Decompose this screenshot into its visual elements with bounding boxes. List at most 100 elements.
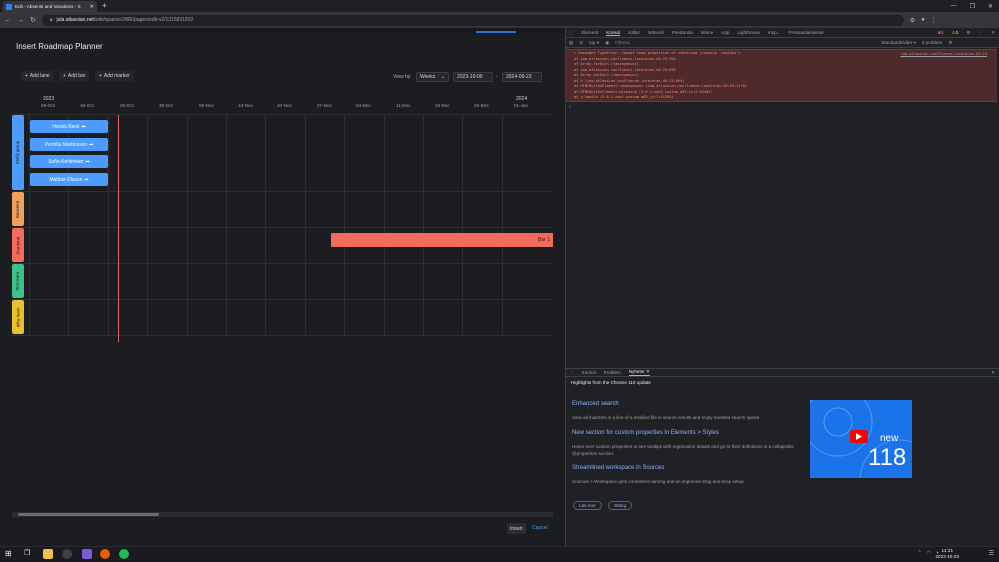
news-title-workspace[interactable]: Streamlined workspace in Sources [572,465,664,471]
tab-prestanda[interactable]: Prestanda [672,30,693,35]
news-body-custom-props: Hover over custom properties to see tool… [572,444,794,456]
news-heading: Highlights from the Chrome 118 update [571,380,651,385]
back-icon[interactable]: ← [4,17,11,24]
console-prompt-icon[interactable]: › [569,104,571,110]
lane-divider [12,227,553,228]
bar-label: Sofia Kehlmeier [48,158,84,165]
tab-inspelare[interactable]: Insp... [768,30,781,35]
url-field[interactable]: 🔒︎ jula.atlassian.net /wiki/spaces/JWE/p… [41,14,904,26]
tab-element[interactable]: Element [581,30,598,35]
extensions-icon[interactable]: ⚙ [910,17,915,24]
lane-text: Backend [15,200,21,218]
timeline-date-label: 16-Oct [80,103,94,108]
close-tab-icon[interactable]: ✕ [90,4,94,10]
devtools-menu-icon[interactable]: ⋮ [979,30,984,36]
problems-badge[interactable]: 5 problem [922,40,942,45]
insert-button[interactable]: Insert [507,523,526,534]
tab-konsol[interactable]: Konsol [606,30,621,36]
plus-icon: + [99,73,102,79]
bar-1[interactable]: Bar 1 [331,233,553,247]
header-divider [12,114,553,115]
tab-natverk[interactable]: Nätverk [648,30,664,35]
end-date-field[interactable]: 2024-09-23 [502,72,542,82]
devtools-inspect-icon[interactable]: ⬚ [569,30,573,36]
drawer-tab-problem[interactable]: Problem [604,370,621,375]
bar-sofia-kehlmeier[interactable]: Sofia Kehlmeier ➡ [30,155,108,168]
lane-label-test[interactable]: Test team [12,264,24,298]
view-by-select[interactable]: Weeks ⌄ [416,72,449,82]
chrome-icon[interactable] [62,549,72,559]
eye-icon[interactable]: ◉ [605,40,609,46]
reload-icon[interactable]: ↻ [30,16,36,24]
close-tab-icon[interactable]: ✕ [646,369,650,374]
timeline-gridline [502,115,503,335]
tab-prestandainsikter[interactable]: Prestandainsikter [788,30,824,35]
spotify-icon[interactable] [119,549,129,559]
wifi-icon[interactable]: ◠ [927,550,931,556]
lock-icon: 🔒︎ [49,17,53,23]
drawer-close-icon[interactable]: ✕ [991,370,995,376]
warning-count-badge[interactable]: ⚠5 [952,30,959,36]
sidebar-toggle-icon[interactable]: ▤ [569,40,573,46]
lane-label-infra[interactable]: Infra team [12,300,24,334]
news-title-search[interactable]: Enhanced search [572,401,619,407]
start-date-value: 2023-10-09 [457,74,483,80]
address-bar-row: ← → ↻ 🔒︎ jula.atlassian.net /wiki/spaces… [0,12,999,28]
tab-minne[interactable]: Minne [701,30,714,35]
lane-label-backend[interactable]: Backend [12,192,24,226]
windows-start-icon[interactable]: ⊞ [5,549,12,558]
bar-pernilla-martinsson[interactable]: Pernilla Martinsson ➡ [30,138,108,151]
lane-label-stefiz[interactable]: Stefiz group [12,115,24,190]
confluence-favicon-icon [6,3,12,10]
timeline-gridline [147,115,148,335]
view-by-value: Weeks [420,74,436,80]
levels-select[interactable]: Standardnivåer ▾ [881,40,916,46]
add-bar-label: Add bar [67,73,86,79]
news-title-custom-props[interactable]: New section for custom properties in Ele… [572,430,719,436]
task-view-icon[interactable]: ❐ [24,549,30,557]
levels-value: Standardnivåer [881,39,913,45]
url-host: jula.atlassian.net [56,17,94,23]
profile-icon[interactable]: ● [921,17,925,23]
close-window-button[interactable]: ✕ [988,3,993,10]
settings-gear-icon[interactable]: ⚙ [948,40,952,46]
tab-lighthouse[interactable]: Lighthouse [737,30,759,35]
firefox-icon[interactable] [100,549,110,559]
add-lane-button[interactable]: + Add lane [21,71,54,81]
drawer-tab-nyheter[interactable]: Nyheter ✕ [628,369,650,376]
tray-arrow-icon[interactable]: ⌃ [917,550,921,556]
drawer-menu-icon[interactable]: ⋮ [569,370,574,376]
lane-label-frontend[interactable]: Frontend [12,228,24,262]
browser-tab[interactable]: Edit - Absents and Vacations - S ✕ [3,1,97,12]
context-select[interactable]: top ▾ [589,40,599,46]
minimize-button[interactable]: — [951,3,957,9]
lane-divider [12,335,553,336]
error-source-link[interactable]: com.atlassian.confluence…locale=en-US:23 [900,52,987,58]
learn-more-button[interactable]: Läs mer [573,501,602,510]
add-bar-button[interactable]: + Add bar [59,71,90,81]
notifications-icon[interactable]: ☰ [989,550,994,557]
clear-console-icon[interactable]: ⊘ [579,40,583,46]
drawer-tab-konsol[interactable]: Konsol [582,370,596,375]
tab-app[interactable]: App [721,30,729,35]
scrollbar-thumb[interactable] [18,513,159,516]
settings-gear-icon[interactable]: ⚙ [966,30,970,36]
visual-studio-icon[interactable] [82,549,92,559]
error-count-badge[interactable]: ⊗1 [937,30,943,36]
bar-mattias-olsson[interactable]: Mattias Olsson ➡ [30,173,108,186]
timeline-date-label: 25-Dec [474,103,489,108]
new-tab-button[interactable]: + [102,1,107,10]
taskbar-clock[interactable]: 14:21 2023-10-23 [936,548,960,560]
filter-input[interactable]: Filtrera [615,40,875,45]
devtools-close-icon[interactable]: ✕ [991,30,995,36]
add-marker-button[interactable]: + Add marker [95,71,134,81]
maximize-button[interactable]: ❐ [970,3,975,10]
file-explorer-icon[interactable] [43,549,53,559]
start-date-field[interactable]: 2023-10-09 [453,72,493,82]
forward-icon[interactable]: → [17,17,24,24]
menu-icon[interactable]: ⋮ [931,17,937,24]
close-news-button[interactable]: Stäng [608,501,633,510]
tab-kallor[interactable]: Källor [628,30,640,35]
bar-henrik-beck[interactable]: Henrik Beck ➡ [30,120,108,133]
cancel-link[interactable]: Cancel [532,525,548,531]
